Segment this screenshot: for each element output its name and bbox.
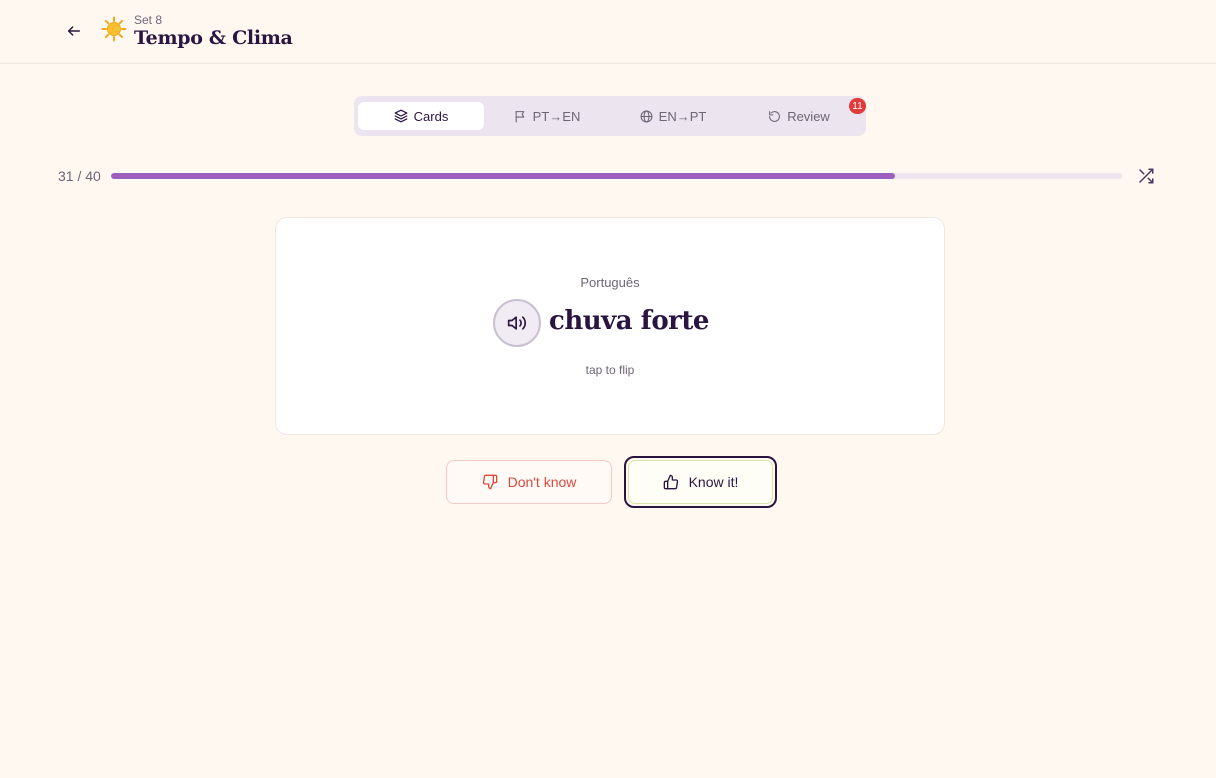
play-audio-button[interactable]: [493, 299, 541, 347]
arrow-left-icon: [67, 26, 81, 36]
tab-review[interactable]: Review: [736, 102, 862, 130]
progress-bar-fill: [111, 173, 895, 179]
sun-icon: [101, 16, 127, 42]
rotate-ccw-icon: [769, 110, 781, 122]
tab-en-pt[interactable]: EN→PT: [610, 102, 736, 130]
thumbs-up-icon: [663, 474, 678, 490]
tab-cards-label: Cards: [413, 108, 449, 124]
tab-en-pt-label: EN→PT: [658, 108, 707, 124]
layers-icon: [394, 109, 408, 123]
progress-counter: 31 / 40: [58, 168, 101, 184]
back-button[interactable]: [62, 19, 86, 43]
tab-pt-en-label: PT→EN: [532, 108, 581, 124]
shuffle-button[interactable]: [1137, 167, 1155, 185]
top-header: Set 8 Tempo & Clima: [0, 0, 1216, 64]
tap-to-flip-hint: tap to flip: [585, 363, 635, 377]
know-it-button[interactable]: Know it!: [624, 456, 777, 508]
globe-icon: [640, 110, 653, 122]
review-count-badge: 11: [849, 98, 866, 114]
set-title: Tempo & Clima: [134, 27, 293, 49]
tab-pt-en[interactable]: PT→EN: [484, 102, 610, 130]
know-it-label: Know it!: [688, 474, 739, 490]
dont-know-label: Don't know: [507, 474, 577, 490]
dont-know-button[interactable]: Don't know: [446, 460, 612, 504]
flashcard[interactable]: Português chuva forte tap to flip: [275, 217, 945, 435]
flag-icon: [515, 110, 524, 122]
card-word: chuva forte: [549, 306, 709, 336]
progress-bar: [111, 173, 1122, 179]
thumbs-down-icon: [482, 474, 497, 490]
mode-tabs: Cards PT→EN EN→PT Review: [354, 96, 866, 136]
tab-cards[interactable]: Cards: [358, 102, 484, 130]
know-it-button-inner: Know it!: [628, 460, 773, 504]
shuffle-icon: [1139, 168, 1154, 184]
set-number-label: Set 8: [134, 13, 163, 27]
tab-review-label: Review: [787, 108, 830, 124]
volume-icon: [507, 316, 527, 330]
card-language-label: Português: [580, 275, 640, 290]
